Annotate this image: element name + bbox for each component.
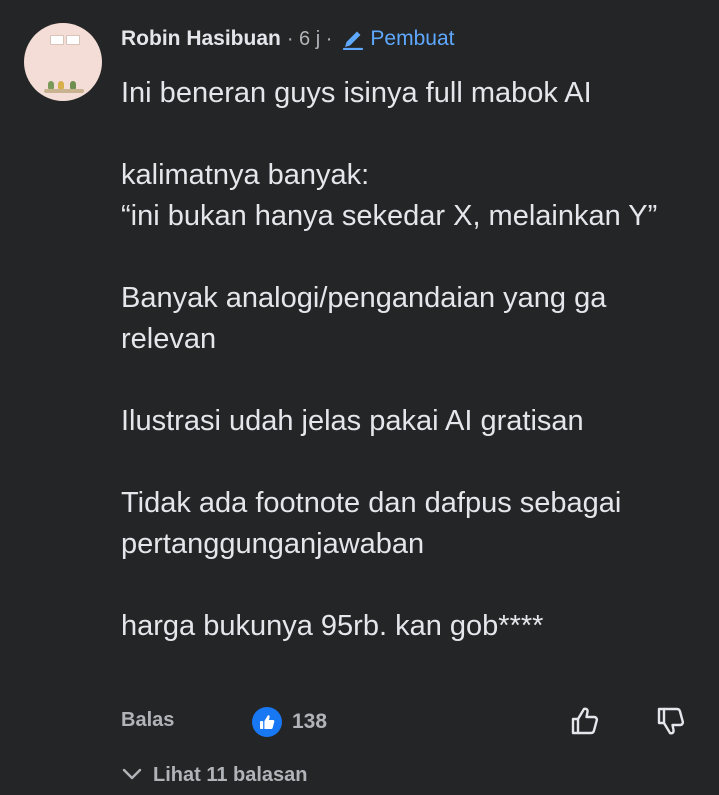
thumb-down-outline-icon[interactable] [654,704,688,743]
thumbs-up-icon[interactable] [252,707,282,737]
reply-button[interactable]: Balas [121,709,174,732]
avatar-frame-decoration [50,35,64,45]
thumb-up-outline-icon[interactable] [568,704,602,743]
comment-paragraph: Tidak ada footnote dan dafpus sebagai pe… [121,487,622,560]
avatar-plant-decoration [48,81,54,89]
author-name[interactable]: Robin Hasibuan [121,27,281,51]
comment-paragraph: Ini beneran guys isinya full mabok AI [121,77,592,109]
comment-actions: Balas 138 [121,707,701,737]
avatar[interactable] [24,23,102,101]
avatar-plant-decoration [70,81,76,89]
avatar-shelf-decoration [44,89,84,93]
chevron-down-icon [121,764,143,787]
like-count: 138 [292,710,328,733]
view-replies-label: Lihat 11 balasan [153,764,308,786]
creator-badge: Pembuat [370,27,455,50]
comment-paragraph: harga bukunya 95rb. kan gob**** [121,610,544,642]
avatar-frame-decoration [66,35,80,45]
avatar-plant-decoration [58,81,64,89]
comment-paragraph: kalimatnya banyak: “ini bukan hanya seke… [121,159,658,232]
comment-paragraph: Banyak analogi/pengandaian yang ga relev… [121,282,607,355]
comment-time: · 6 j · [286,27,333,50]
comment-paragraph: Ilustrasi udah jelas pakai AI gratisan [121,405,584,437]
view-replies-button[interactable]: Lihat 11 balasan [121,764,308,787]
comment-body: Ini beneran guys isinya full mabok AI ka… [121,73,701,647]
pencil-icon [342,28,364,50]
comment-header: Robin Hasibuan · 6 j · Pembuat [121,27,454,51]
